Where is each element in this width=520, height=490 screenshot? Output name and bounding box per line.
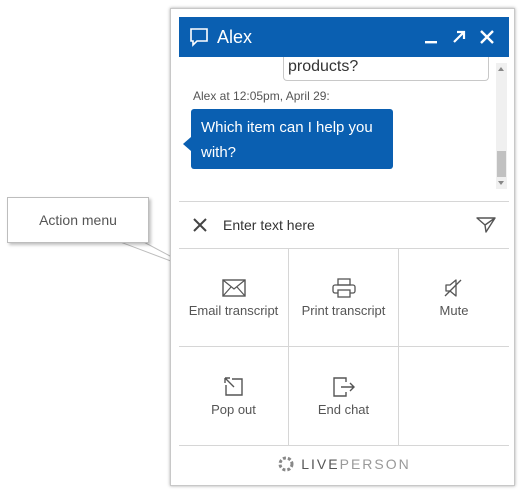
pop-out-button[interactable]: Pop out [179,347,289,446]
agent-name: Alex [217,26,253,47]
brand-text-live: LIVE [301,456,340,472]
close-icon[interactable] [479,29,495,45]
close-action-menu-icon[interactable] [191,216,209,234]
empty-menu-cell [399,347,509,446]
exit-icon [331,376,357,398]
printer-icon [331,277,357,299]
email-transcript-label: Email transcript [188,302,279,318]
liveperson-branding: LIVE PERSON [179,447,509,481]
minimize-icon[interactable] [423,29,439,45]
scroll-up-arrow-icon[interactable] [498,67,504,71]
pop-out-label: Pop out [211,401,256,417]
mute-label: Mute [439,302,469,318]
send-icon[interactable] [475,215,497,235]
brand-text-person: PERSON [339,456,411,472]
message-input[interactable] [221,216,475,234]
scroll-thumb[interactable] [497,151,506,177]
previous-message: products? [283,57,489,81]
chat-transcript[interactable]: products? Alex at 12:05pm, April 29: Whi… [179,57,509,201]
previous-message-text: products? [288,57,359,75]
popout-icon[interactable] [451,29,467,45]
agent-message-text: Which item can I help you with? [201,119,373,161]
window-actions [423,29,495,45]
message-meta: Alex at 12:05pm, April 29: [193,89,330,103]
popout-icon [221,376,247,398]
title-bar: Alex [179,17,509,57]
agent-message-bubble: Which item can I help you with? [191,109,393,169]
scroll-down-arrow-icon[interactable] [498,181,504,185]
chat-widget: Alex products? Alex at 12:05pm, April 29… [170,8,515,486]
chat-scrollbar[interactable] [496,63,507,189]
callout-label: Action menu [39,212,117,228]
action-menu: Email transcript Print transcript Mute P… [179,248,509,446]
message-input-row [179,201,509,249]
action-menu-callout: Action menu [7,197,149,243]
speaker-mute-icon [441,277,467,299]
envelope-icon [221,277,247,299]
print-transcript-label: Print transcript [301,302,386,318]
end-chat-button[interactable]: End chat [289,347,399,446]
end-chat-label: End chat [317,401,370,417]
mute-button[interactable]: Mute [399,248,509,347]
liveperson-logo-icon [277,455,295,473]
bubble-tip [183,137,191,151]
email-transcript-button[interactable]: Email transcript [179,248,289,347]
chat-bubble-icon [189,27,209,47]
print-transcript-button[interactable]: Print transcript [289,248,399,347]
